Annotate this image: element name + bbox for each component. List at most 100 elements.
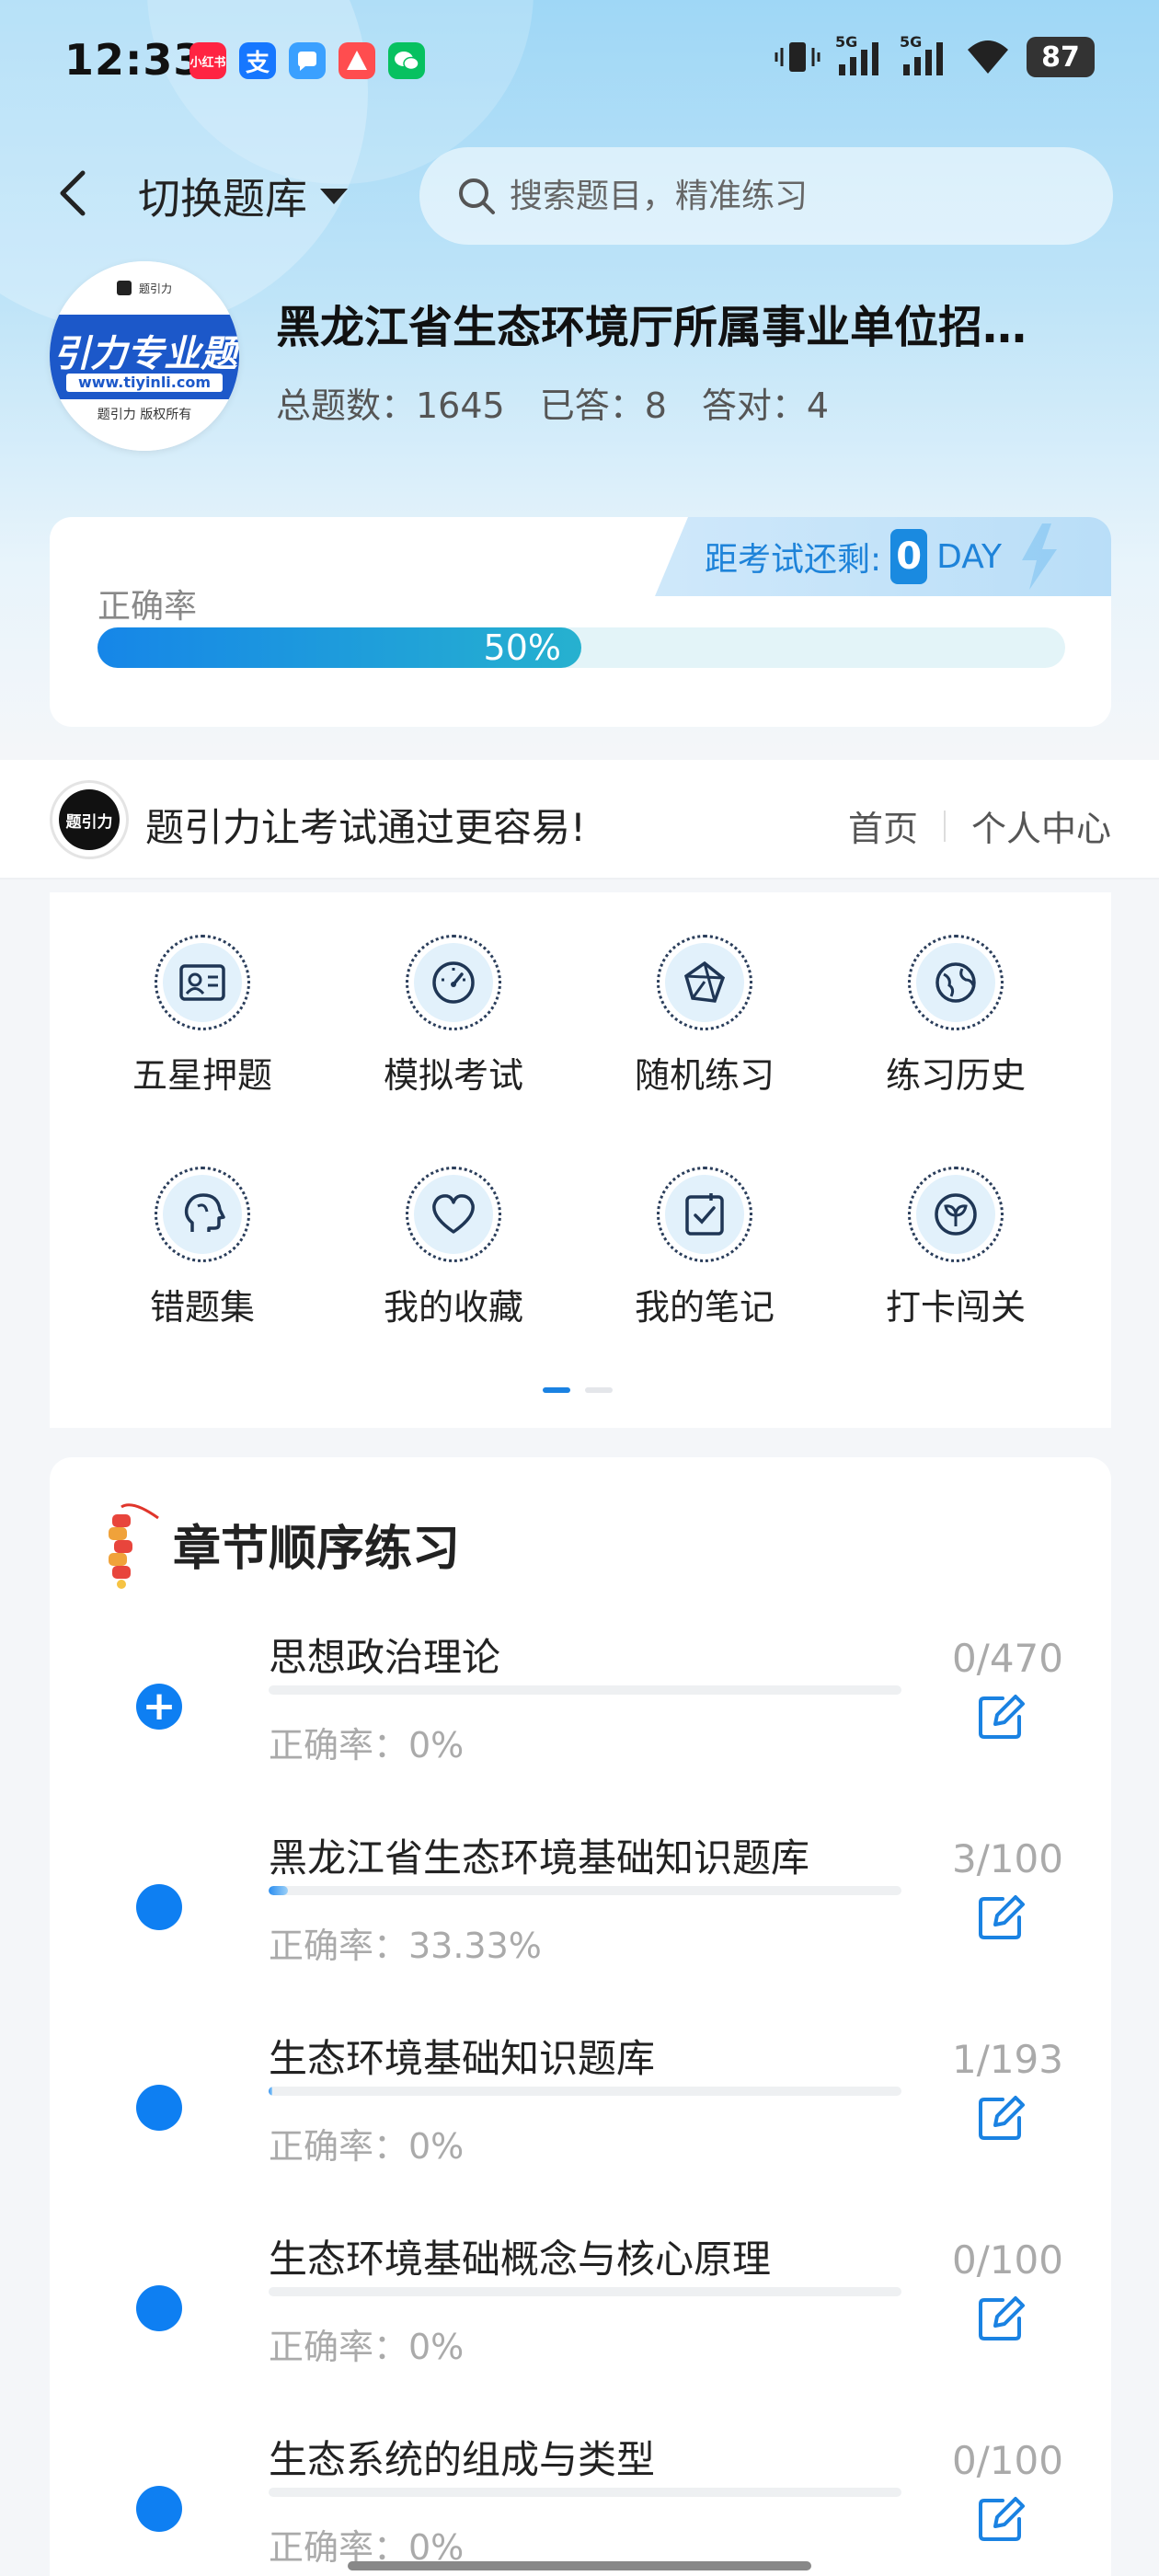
- chapter-header: 章节顺序练习: [96, 1498, 460, 1590]
- logo-copyright: 题引力 版权所有: [50, 399, 239, 451]
- bank-stats: 总题数：1645 已答：8 答对：4: [276, 377, 829, 428]
- chapter-item[interactable]: + 思想政治理论 正确率：0% 0/470: [50, 1606, 1111, 1807]
- chapter-item[interactable]: 生态系统的组成与类型 正确率：0% 0/100: [50, 2409, 1111, 2576]
- total-questions: 总题数：1645: [276, 385, 505, 426]
- sprout-icon: [935, 1193, 977, 1236]
- bank-title: 黑龙江省生态环境厅所属事业单位招…: [276, 302, 1027, 353]
- home-indicator[interactable]: [348, 2561, 811, 2570]
- tool-wrong-questions[interactable]: 错题集: [110, 1167, 294, 1351]
- tools-grid: 五星押题 模拟考试 随机练习 练习历史 错题集 我的收藏 我的笔记 打卡闯关: [50, 892, 1111, 1428]
- accuracy-progress-bar: 50%: [98, 627, 1065, 668]
- tool-five-star[interactable]: 五星押题: [110, 935, 294, 1119]
- tool-random-practice[interactable]: 随机练习: [613, 935, 797, 1119]
- chapter-name: 思想政治理论: [269, 1635, 501, 1680]
- tool-notes[interactable]: 我的笔记: [613, 1167, 797, 1351]
- chapter-accuracy: 正确率：33.33%: [269, 1926, 542, 1966]
- chapter-title: 章节顺序练习: [173, 1521, 461, 1577]
- plus-circle-icon[interactable]: +: [136, 1684, 182, 1730]
- chapter-progress-bar: [269, 2287, 901, 2296]
- edit-icon[interactable]: [975, 2293, 1027, 2344]
- caret-down-icon: [320, 189, 348, 204]
- chapter-item[interactable]: 生态环境基础知识题库 正确率：0% 1/193: [50, 2007, 1111, 2208]
- correct-count: 答对：4: [701, 385, 830, 426]
- edit-icon[interactable]: [975, 2493, 1027, 2545]
- logo-brand: 引力专业题: [53, 333, 237, 375]
- logo-url: www.tiyinli.com: [66, 374, 223, 392]
- promo-slogan: 题引力让考试通过更容易!: [145, 805, 586, 850]
- wechat-icon: [388, 42, 425, 79]
- question-bank-logo: 题引力 引力专业题 www.tiyinli.com 题引力 版权所有: [50, 261, 239, 451]
- link-divider: [943, 810, 946, 842]
- chat-app-icon: [289, 42, 326, 79]
- accuracy-label: 正确率: [98, 588, 198, 626]
- countdown-unit: DAY: [936, 537, 1003, 576]
- chapter-count: 0/100: [951, 2438, 1063, 2483]
- pager-dot-active[interactable]: [543, 1387, 570, 1393]
- search-bar[interactable]: [419, 147, 1113, 245]
- promo-bar: 题引力 题引力让考试通过更容易! 首页 个人中心: [0, 760, 1159, 880]
- id-card-icon: [179, 964, 225, 1001]
- profile-link[interactable]: 个人中心: [971, 800, 1111, 851]
- promo-links: 首页 个人中心: [848, 800, 1111, 851]
- tiyinli-logo: 题引力: [50, 780, 129, 859]
- switch-bank-dropdown[interactable]: 切换题库: [138, 166, 350, 226]
- heart-icon: [432, 1194, 475, 1234]
- chapter-name: 黑龙江省生态环境基础知识题库: [269, 1835, 810, 1880]
- accuracy-card: 距考试还剩: 0 DAY 正确率 50%: [50, 517, 1111, 727]
- logo-top: 题引力: [50, 261, 239, 315]
- home-link[interactable]: 首页: [848, 800, 918, 851]
- chapter-count: 1/193: [951, 2037, 1063, 2082]
- chapter-progress-fill: [269, 2087, 273, 2096]
- chapter-item[interactable]: 黑龙江省生态环境基础知识题库 正确率：33.33% 3/100: [50, 1807, 1111, 2007]
- signal-icon-2: 5G: [900, 33, 949, 77]
- search-input[interactable]: [510, 177, 1025, 215]
- chapter-name: 生态系统的组成与类型: [269, 2437, 656, 2482]
- answered-count: 已答：8: [539, 385, 667, 426]
- chapter-progress-bar: [269, 1685, 901, 1695]
- firecracker-icon: [109, 1503, 159, 1589]
- edit-icon[interactable]: [975, 1892, 1027, 1943]
- wifi-icon: [968, 40, 1008, 74]
- chapter-accuracy: 正确率：0%: [269, 2126, 465, 2167]
- chapter-progress-bar: [269, 2087, 901, 2096]
- chapter-dot-icon: [136, 2285, 182, 2331]
- chevron-left-icon: [60, 170, 86, 216]
- status-time: 12:33: [64, 35, 204, 85]
- chapter-progress-bar: [269, 1886, 901, 1895]
- switch-bank-label: 切换题库: [138, 174, 307, 224]
- battery-indicator: 87: [1027, 37, 1095, 77]
- tool-mock-exam[interactable]: 模拟考试: [361, 935, 545, 1119]
- pager-dot[interactable]: [585, 1387, 613, 1393]
- tools-pager: [543, 1387, 613, 1393]
- tool-checkin[interactable]: 打卡闯关: [864, 1167, 1048, 1351]
- alipay-icon: 支: [239, 42, 276, 79]
- head-icon: [184, 1193, 225, 1232]
- chapter-accuracy: 正确率：0%: [269, 1725, 465, 1765]
- globe-icon: [935, 962, 976, 1003]
- edit-icon[interactable]: [975, 1691, 1027, 1742]
- chapter-count: 0/470: [951, 1636, 1063, 1681]
- chapter-name: 生态环境基础知识题库: [269, 2036, 656, 2081]
- travel-app-icon: [339, 42, 375, 79]
- edit-icon[interactable]: [975, 2092, 1027, 2144]
- chapter-dot-icon: [136, 2486, 182, 2532]
- vibrate-icon: [775, 42, 820, 72]
- chapter-count: 0/100: [951, 2237, 1063, 2283]
- chapter-practice-section: 章节顺序练习 + 思想政治理论 正确率：0% 0/470 黑龙江省生态环境基础知…: [50, 1457, 1111, 2576]
- countdown-days: 0: [890, 529, 928, 584]
- chapter-dot-icon: [136, 1884, 182, 1930]
- notification-app-icons: 小红书 支: [189, 42, 425, 79]
- gauge-icon: [432, 961, 475, 1004]
- chapter-item[interactable]: 生态环境基础概念与核心原理 正确率：0% 0/100: [50, 2208, 1111, 2409]
- exam-countdown: 距考试还剩: 0 DAY: [655, 517, 1111, 596]
- countdown-label: 距考试还剩:: [705, 541, 882, 579]
- system-icons: 5G 5G 87: [775, 33, 1095, 77]
- chapter-dot-icon: [136, 2085, 182, 2131]
- accuracy-value: 50%: [483, 627, 561, 668]
- tool-favorites[interactable]: 我的收藏: [361, 1167, 545, 1351]
- back-button[interactable]: [48, 167, 99, 219]
- chapter-progress-fill: [269, 1886, 288, 1895]
- tiyinli-logo-text: 题引力: [59, 789, 120, 850]
- chapter-progress-bar: [269, 2488, 901, 2497]
- tool-practice-history[interactable]: 练习历史: [864, 935, 1048, 1119]
